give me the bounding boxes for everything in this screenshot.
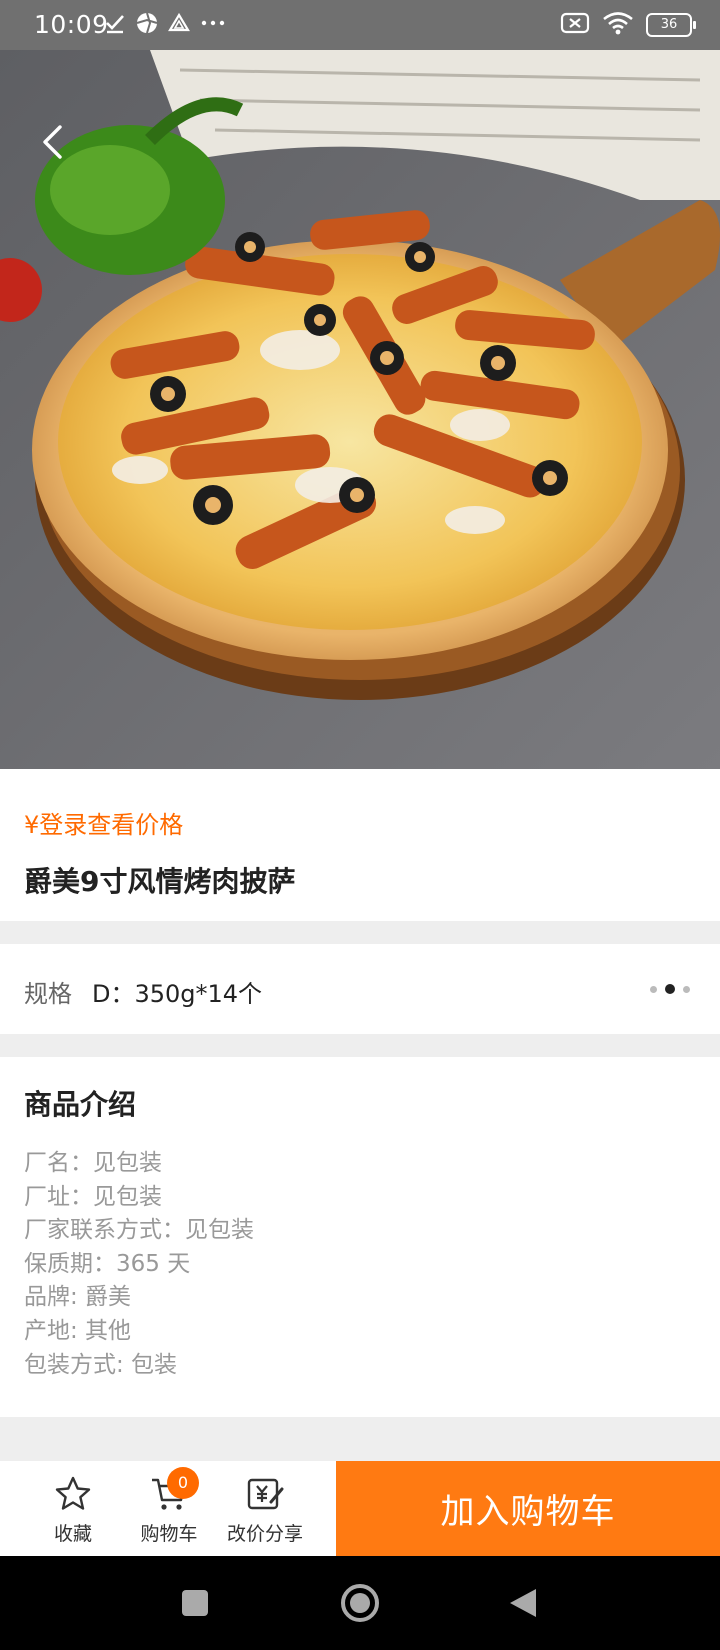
status-time: 10:09 — [34, 10, 109, 39]
circle-icon — [341, 1584, 379, 1622]
product-title: 爵美9寸风情烤肉披萨 — [24, 865, 296, 898]
cart-button[interactable]: 0 购物车 — [121, 1461, 217, 1556]
cart-label: 购物车 — [140, 1523, 198, 1545]
description-line: 品牌: 爵美 — [24, 1284, 132, 1311]
add-to-cart-button[interactable]: 加入购物车 — [336, 1461, 720, 1556]
no-sim-icon — [560, 11, 590, 39]
recents-button[interactable] — [175, 1583, 215, 1623]
product-info-card: ¥登录查看价格 爵美9寸风情烤肉披萨 — [0, 769, 720, 921]
favorite-label: 收藏 — [53, 1523, 92, 1545]
price-share-button[interactable]: 改价分享 — [217, 1461, 313, 1556]
product-image — [0, 50, 720, 769]
spec-value: D：350g*14个 — [92, 980, 263, 1008]
edit-price-icon — [247, 1478, 284, 1510]
cart-count-badge: 0 — [167, 1467, 199, 1499]
home-button[interactable] — [340, 1583, 380, 1623]
description-title: 商品介绍 — [24, 1088, 137, 1121]
check-download-icon — [104, 12, 126, 38]
description-line: 产地: 其他 — [24, 1317, 132, 1344]
spec-selector[interactable]: 规格 D：350g*14个 — [0, 944, 720, 1034]
back-nav-button[interactable] — [503, 1583, 543, 1623]
star-icon — [55, 1476, 91, 1510]
description-line: 保质期：365 天 — [24, 1250, 191, 1277]
app-icon — [135, 11, 159, 39]
square-icon — [182, 1590, 208, 1616]
login-to-view-price[interactable]: ¥登录查看价格 — [24, 805, 183, 840]
description-line: 厂址：见包装 — [24, 1183, 162, 1210]
status-bar: 10:09 36 — [0, 0, 720, 50]
system-nav-bar — [0, 1556, 720, 1650]
back-button[interactable] — [30, 120, 74, 164]
bottom-action-bar: 收藏 0 购物车 改价分享 加入购物车 — [0, 1461, 720, 1556]
product-description: 商品介绍 厂名：见包装 厂址：见包装 厂家联系方式：见包装 保质期：365 天 … — [0, 1057, 720, 1417]
favorite-button[interactable]: 收藏 — [25, 1461, 121, 1556]
more-dots-icon — [199, 12, 229, 38]
wifi-icon — [602, 11, 634, 39]
chevron-left-icon — [43, 125, 62, 159]
drive-icon — [168, 12, 190, 38]
triangle-back-icon — [510, 1589, 536, 1617]
description-line: 包装方式: 包装 — [24, 1351, 178, 1378]
battery-icon: 36 — [646, 13, 696, 37]
description-line: 厂名：见包装 — [24, 1150, 162, 1176]
price-share-label: 改价分享 — [226, 1523, 303, 1545]
description-line: 厂家联系方式：见包装 — [24, 1217, 254, 1244]
spec-label: 规格 — [24, 980, 72, 1008]
more-dots-icon[interactable] — [650, 984, 690, 994]
